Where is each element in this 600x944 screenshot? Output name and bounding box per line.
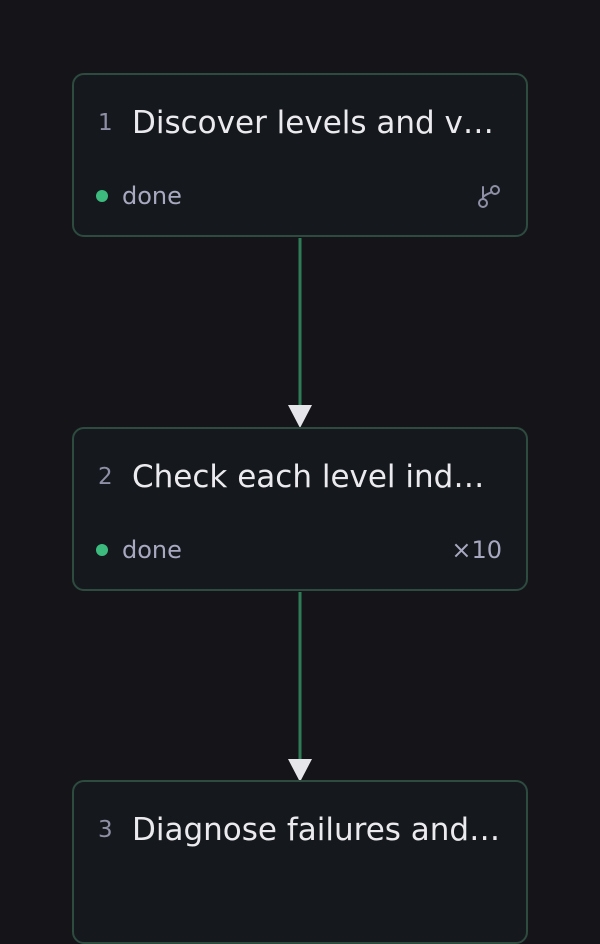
status-indicator [96,544,108,556]
status-text: done [122,536,182,564]
node-header: 1 Discover levels and v… [98,103,506,143]
workflow-node-1[interactable]: 1 Discover levels and v… done [72,73,528,237]
node-index: 2 [98,464,113,490]
branch-icon[interactable] [476,183,502,209]
arrowhead-icon [288,759,312,782]
node-index: 1 [98,110,113,136]
arrowhead-icon [288,405,312,428]
status-text: done [122,182,182,210]
iteration-count: ×10 [451,536,502,564]
workflow-node-2[interactable]: 2 Check each level ind… done ×10 [72,427,528,591]
node-title: Diagnose failures and… [132,812,501,848]
node-header: 2 Check each level ind… [98,457,506,497]
node-title: Discover levels and v… [132,105,494,141]
status-indicator [96,190,108,202]
node-title: Check each level ind… [132,459,485,495]
workflow-node-3[interactable]: 3 Diagnose failures and… [72,780,528,944]
node-footer: done ×10 [96,535,502,565]
workflow-canvas: 1 Discover levels and v… done 2 Check ea… [0,0,600,944]
node-footer: done [96,181,502,211]
node-header: 3 Diagnose failures and… [98,810,506,850]
node-meta [476,183,502,209]
node-index: 3 [98,817,113,843]
